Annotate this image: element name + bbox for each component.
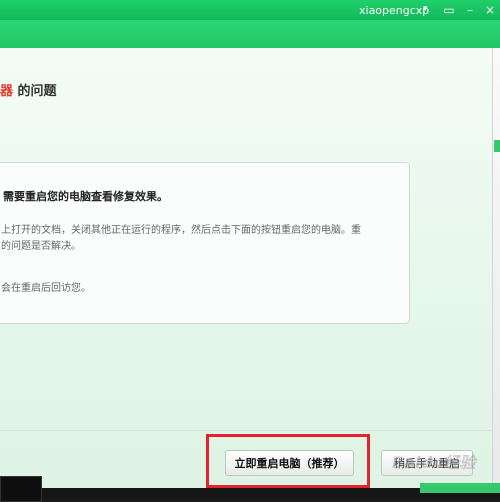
footer-divider (0, 430, 492, 431)
restart-info-card: 需要重启您的电脑查看修复效果。 上打开的文档，关闭其他正在运行的程序，然后点击下… (0, 162, 410, 324)
taskbar-left-item (0, 476, 42, 502)
close-icon[interactable]: × (482, 2, 498, 18)
watermark: Baidu经验 (392, 453, 476, 472)
message-icon[interactable]: ▭ (441, 2, 457, 18)
card-instruction-line-1: 上打开的文档，关闭其他正在运行的程序，然后点击下面的按钮重启您的电脑。重 (1, 225, 361, 236)
header-band (0, 20, 500, 48)
page-title: 器 的问题 (0, 80, 57, 99)
card-followup-line: 会在重启后回访您。 (1, 283, 91, 294)
page-title-highlight: 器 (0, 84, 14, 99)
page-title-text: 的问题 (13, 84, 57, 99)
account-username[interactable]: xiaopengcxp (359, 4, 429, 17)
account-dropdown-icon[interactable]: ▾ (423, 4, 428, 14)
side-indicator (494, 140, 500, 152)
minimize-icon[interactable]: – (462, 2, 478, 18)
card-instruction-line-2: 的问题是否解决。 (1, 241, 81, 252)
card-title: 需要重启您的电脑查看修复效果。 (3, 190, 168, 203)
title-bar: xiaopengcxp ▾ ▭ – × (0, 0, 500, 20)
side-scroll-strip (492, 48, 500, 488)
taskbar-right-item (420, 483, 500, 493)
highlight-box (206, 434, 370, 488)
